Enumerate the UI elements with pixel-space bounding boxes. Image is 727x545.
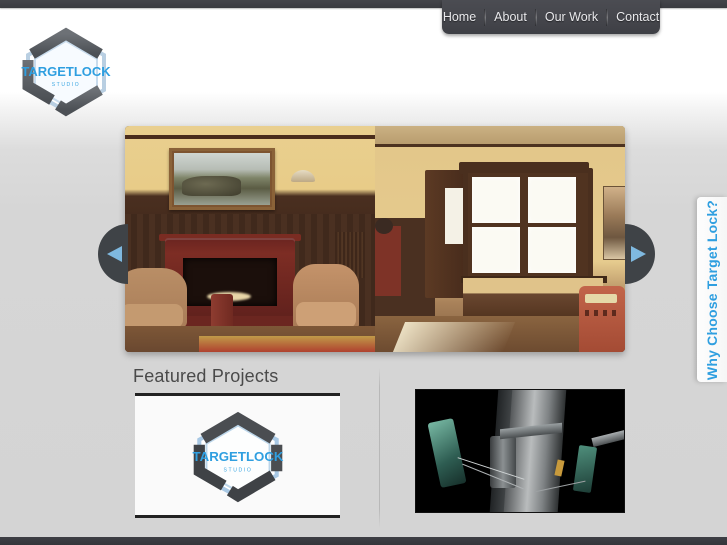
- window-pane: [472, 227, 520, 273]
- wall-poster: [603, 186, 625, 260]
- carousel-prev-button[interactable]: [98, 224, 128, 284]
- side-tab-label: Why Choose Target Lock?: [704, 199, 720, 380]
- crown-molding: [375, 144, 625, 147]
- nav-item-about[interactable]: About: [486, 0, 535, 34]
- window-pane: [472, 177, 520, 223]
- nav-link-home[interactable]: Home: [435, 0, 484, 34]
- armchair-right: [293, 264, 359, 330]
- hexagon-logo-icon: TARGETLOCK STUDIO: [192, 411, 283, 502]
- vintage-radio: [579, 286, 625, 352]
- patterned-rug: [199, 336, 375, 352]
- framed-painting: [169, 148, 275, 210]
- armchair-left: [125, 268, 187, 328]
- wall-sconce: [291, 170, 315, 182]
- hexagon-logo-icon: TARGETLOCK STUDIO: [21, 27, 111, 117]
- sunlight-pool: [392, 322, 516, 352]
- seated-figure: [375, 218, 393, 234]
- logo-wordmark: TARGETLOCK: [21, 64, 111, 79]
- spacecraft-left: [427, 418, 467, 488]
- left-triangle-arrow-icon: [98, 224, 128, 284]
- carousel-next-button[interactable]: [625, 224, 655, 284]
- logo-wordmark: TARGETLOCK: [192, 449, 283, 464]
- radio-knobs: [585, 310, 617, 316]
- page-background: Home About Our Work Contact TARGETLOCK S…: [0, 0, 727, 545]
- ceiling: [375, 126, 625, 144]
- site-logo[interactable]: TARGETLOCK STUDIO: [12, 24, 120, 118]
- footer-bar: [0, 537, 727, 545]
- nav-item-home[interactable]: Home: [435, 0, 484, 34]
- logo-subtext: STUDIO: [52, 82, 81, 88]
- nav-link-contact[interactable]: Contact: [608, 0, 667, 34]
- render-room-right: [375, 126, 625, 352]
- main-navigation: Home About Our Work Contact: [442, 0, 660, 34]
- window-pane: [528, 227, 576, 273]
- featured-projects-heading: Featured Projects: [133, 366, 279, 386]
- carousel-slide: [125, 126, 625, 352]
- nav-link-our-work[interactable]: Our Work: [537, 0, 606, 34]
- why-choose-side-tab[interactable]: Why Choose Target Lock?: [697, 197, 727, 382]
- nav-item-contact[interactable]: Contact: [608, 0, 667, 34]
- window-frame: [463, 168, 593, 288]
- column-divider: [379, 368, 380, 528]
- spacecraft-right: [572, 444, 598, 494]
- featured-project-thumbnail-1[interactable]: TARGETLOCK STUDIO: [135, 393, 340, 518]
- nav-list: Home About Our Work Contact: [435, 0, 667, 34]
- nav-link-about[interactable]: About: [486, 0, 535, 34]
- nav-item-our-work[interactable]: Our Work: [537, 0, 606, 34]
- right-triangle-arrow-icon: [625, 224, 655, 284]
- featured-project-thumbnail-2[interactable]: [416, 390, 624, 512]
- window-pane: [528, 177, 576, 223]
- painting-canvas: [174, 153, 270, 205]
- logo-subtext: STUDIO: [223, 467, 252, 473]
- render-room-left: [125, 126, 375, 352]
- station-arm: [591, 430, 624, 447]
- crown-molding: [125, 135, 375, 139]
- wood-chair: [375, 226, 401, 296]
- hero-carousel[interactable]: [125, 126, 625, 352]
